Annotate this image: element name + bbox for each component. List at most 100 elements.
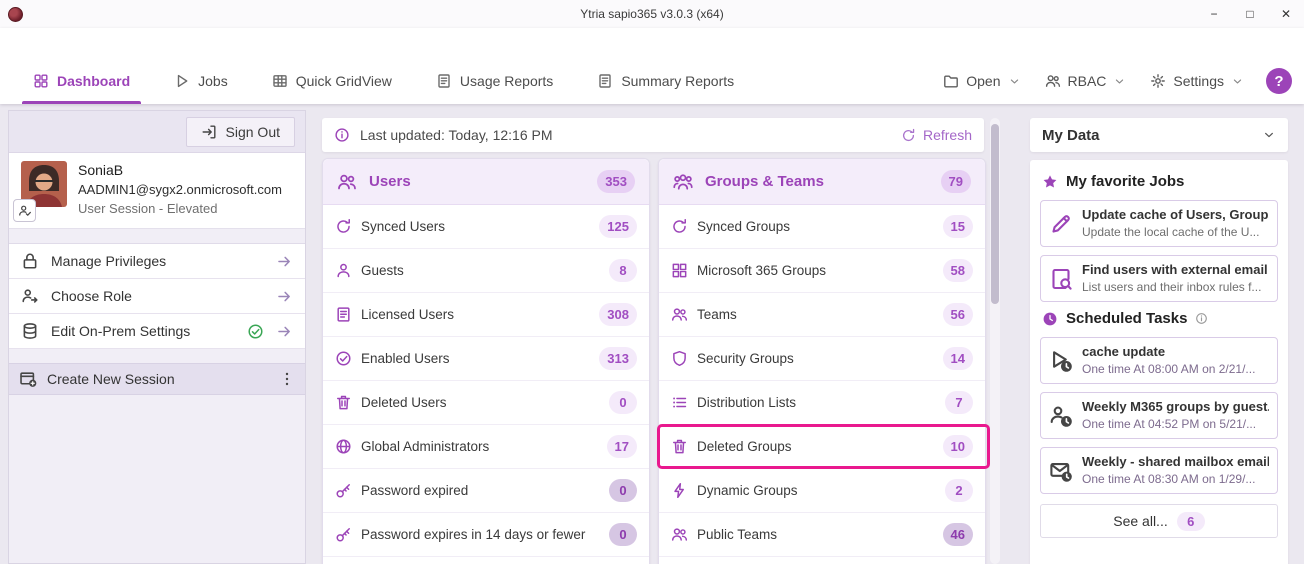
tab-label: Usage Reports bbox=[460, 73, 553, 89]
my-data-header[interactable]: My Data bbox=[1030, 118, 1288, 152]
open-menu-button[interactable]: Open bbox=[935, 68, 1028, 94]
stat-label: Global Administrators bbox=[361, 439, 598, 454]
sidebar-item-manage-privileges[interactable]: Manage Privileges bbox=[9, 244, 305, 279]
refresh-button[interactable]: Refresh bbox=[901, 127, 972, 143]
sidebar-item-edit-on-prem-settings[interactable]: Edit On-Prem Settings bbox=[9, 314, 305, 349]
sidebar-item-choose-role[interactable]: Choose Role bbox=[9, 279, 305, 314]
tab-jobs[interactable]: Jobs bbox=[159, 58, 243, 104]
tab-dashboard[interactable]: Dashboard bbox=[18, 58, 145, 104]
stat-row-licensed-users[interactable]: Licensed Users 308 bbox=[323, 293, 649, 337]
favorite-jobs-list: Update cache of Users, Groups...Update t… bbox=[1040, 200, 1278, 302]
stat-row-synced-users[interactable]: Synced Users125 bbox=[323, 205, 649, 249]
maximize-button[interactable]: □ bbox=[1232, 0, 1268, 28]
tab-summary-reports[interactable]: Summary Reports bbox=[582, 58, 749, 104]
scheduled-task-item[interactable]: cache updateOne time At 08:00 AM on 2/21… bbox=[1040, 337, 1278, 384]
stat-row-deleted-users[interactable]: Deleted Users0 bbox=[323, 381, 649, 425]
menu-item-label: Choose Role bbox=[51, 288, 264, 304]
stat-label: Security Groups bbox=[697, 351, 934, 366]
list-icon bbox=[671, 394, 688, 411]
stat-row-dynamic-groups[interactable]: Dynamic Groups2 bbox=[659, 469, 985, 513]
user-session-type: User Session - Elevated bbox=[78, 199, 282, 218]
item-subtitle: One time At 08:30 AM on 1/29/... bbox=[1082, 471, 1269, 488]
item-subtitle: One time At 08:00 AM on 2/21/... bbox=[1082, 361, 1255, 378]
globe-icon bbox=[335, 438, 352, 455]
scheduled-task-item[interactable]: Weekly M365 groups by guest...One time A… bbox=[1040, 392, 1278, 439]
stat-row-enabled-users[interactable]: Enabled Users313 bbox=[323, 337, 649, 381]
users-card-header[interactable]: Users 353 bbox=[323, 159, 649, 205]
favorite-job-item[interactable]: Find users with external email ...List u… bbox=[1040, 255, 1278, 302]
stat-value-badge: 8 bbox=[609, 259, 637, 282]
stat-row-distribution-lists[interactable]: Distribution Lists 7 bbox=[659, 381, 985, 425]
user-text: SoniaB AADMIN1@sygx2.onmicrosoft.com Use… bbox=[78, 161, 282, 218]
item-title: Weekly M365 groups by guest... bbox=[1082, 398, 1269, 416]
stat-row-public-teams[interactable]: Public Teams 46 bbox=[659, 513, 985, 557]
tab-quick-gridview[interactable]: Quick GridView bbox=[257, 58, 407, 104]
sidebar-top-strip: Sign Out bbox=[9, 111, 305, 153]
database-icon bbox=[21, 322, 39, 340]
stat-row-password-expired[interactable]: Password expired0 bbox=[323, 469, 649, 513]
favorite-jobs-title: My favorite Jobs bbox=[1066, 173, 1184, 190]
people-icon bbox=[671, 526, 688, 543]
gridview-icon bbox=[272, 73, 288, 89]
play-icon bbox=[174, 73, 190, 89]
kebab-menu-icon[interactable] bbox=[279, 371, 295, 387]
person-check-icon bbox=[18, 204, 32, 218]
stat-label: Distribution Lists bbox=[697, 395, 936, 410]
rbac-menu-button[interactable]: RBAC bbox=[1037, 68, 1135, 94]
settings-menu-button[interactable]: Settings bbox=[1142, 68, 1252, 94]
key-icon bbox=[335, 526, 352, 543]
scrollbar-thumb[interactable] bbox=[991, 124, 999, 304]
create-new-session-button[interactable]: Create New Session bbox=[9, 363, 305, 395]
favorite-job-item[interactable]: Update cache of Users, Groups...Update t… bbox=[1040, 200, 1278, 247]
tab-label: Summary Reports bbox=[621, 73, 734, 89]
trash-icon bbox=[335, 394, 352, 411]
stat-value-badge: 58 bbox=[943, 259, 973, 282]
minimize-button[interactable]: − bbox=[1196, 0, 1232, 28]
groups-rows: Synced Groups15Microsoft 365 Groups58Tea… bbox=[659, 205, 985, 557]
groups-card-title: Groups & Teams bbox=[705, 173, 824, 190]
app-window: Ytria sapio365 v3.0.3 (x64) − □ ✕ Dashbo… bbox=[0, 0, 1304, 564]
stat-value-badge: 7 bbox=[945, 391, 973, 414]
stat-label: Public Teams bbox=[697, 527, 934, 542]
scheduled-tasks-list: cache updateOne time At 08:00 AM on 2/21… bbox=[1040, 337, 1278, 494]
pencil-icon bbox=[1049, 212, 1073, 236]
stat-value-badge: 0 bbox=[609, 523, 637, 546]
nav-action-label: Settings bbox=[1173, 73, 1224, 89]
arrow-right-icon bbox=[276, 253, 293, 270]
stat-value-badge: 308 bbox=[599, 303, 637, 326]
stat-label: Licensed Users bbox=[361, 307, 590, 322]
sign-out-button[interactable]: Sign Out bbox=[186, 117, 295, 147]
stat-label: Synced Groups bbox=[697, 219, 934, 234]
close-button[interactable]: ✕ bbox=[1268, 0, 1304, 28]
stat-value-badge: 14 bbox=[943, 347, 973, 370]
tab-usage-reports[interactable]: Usage Reports bbox=[421, 58, 568, 104]
stat-row-deleted-groups[interactable]: Deleted Groups10 bbox=[659, 425, 985, 469]
stat-row-teams[interactable]: Teams56 bbox=[659, 293, 985, 337]
nav-actions: Open RBAC Settings ? bbox=[935, 68, 1292, 94]
gear-icon bbox=[1150, 73, 1166, 89]
stat-row-synced-groups[interactable]: Synced Groups15 bbox=[659, 205, 985, 249]
chevron-down-icon bbox=[1262, 128, 1276, 142]
see-all-count-badge: 6 bbox=[1177, 512, 1205, 531]
stat-row-microsoft-365-groups[interactable]: Microsoft 365 Groups58 bbox=[659, 249, 985, 293]
stat-value-badge: 46 bbox=[943, 523, 973, 546]
report-icon bbox=[436, 73, 452, 89]
stat-row-global-administrators[interactable]: Global Administrators17 bbox=[323, 425, 649, 469]
stat-row-guests[interactable]: Guests8 bbox=[323, 249, 649, 293]
stat-label: Enabled Users bbox=[361, 351, 590, 366]
new-session-icon bbox=[19, 370, 37, 388]
help-button[interactable]: ? bbox=[1266, 68, 1292, 94]
groups-card-header[interactable]: Groups & Teams 79 bbox=[659, 159, 985, 205]
see-all-button[interactable]: See all... 6 bbox=[1040, 504, 1278, 538]
scheduled-task-item[interactable]: Weekly - shared mailbox email...One time… bbox=[1040, 447, 1278, 494]
info-icon bbox=[1195, 312, 1208, 325]
menu-item-label: Manage Privileges bbox=[51, 253, 264, 269]
item-title: cache update bbox=[1082, 343, 1255, 361]
chevron-down-icon bbox=[1113, 75, 1126, 88]
star-icon bbox=[1042, 174, 1058, 190]
stat-label: Synced Users bbox=[361, 219, 590, 234]
stat-row-password-expires-in-14-days-or-fewer[interactable]: Password expires in 14 days or fewer0 bbox=[323, 513, 649, 557]
groups-total-badge: 79 bbox=[941, 170, 971, 193]
main-scrollbar[interactable] bbox=[990, 118, 1000, 564]
stat-row-security-groups[interactable]: Security Groups 14 bbox=[659, 337, 985, 381]
